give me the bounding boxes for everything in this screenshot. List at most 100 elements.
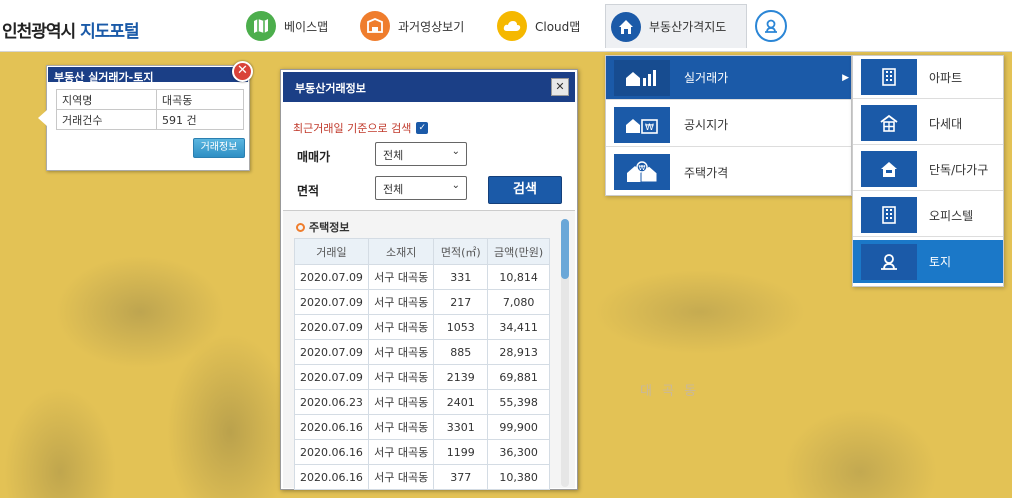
map-icon (246, 11, 276, 41)
table-row[interactable]: 2020.07.09 서구 대곡동 885 28,913 (294, 339, 550, 365)
cell-area: 217 (433, 289, 489, 315)
transaction-count-value: 591 건 (156, 109, 244, 130)
popup-summary-table: 지역명 대곡동 거래건수 591 건 (56, 89, 244, 130)
menu-item-label: 주택가격 (684, 165, 729, 180)
region-value: 대곡동 (156, 89, 244, 110)
logo[interactable]: 인천광역시 지도포털 (2, 17, 140, 42)
cell-location: 서구 대곡동 (367, 364, 435, 390)
past-imagery-button[interactable]: 과거영상보기 (360, 9, 464, 43)
sub-item-land[interactable]: 토지 (853, 240, 1003, 283)
cell-location: 서구 대곡동 (367, 439, 435, 465)
table-row[interactable]: 2020.07.09 서구 대곡동 331 10,814 (294, 264, 550, 290)
sub-item-officetel[interactable]: 오피스텔 (853, 194, 1003, 237)
header: 인천광역시 지도포털 베이스맵 과거영상보기 Cloud맵 부동산가격지도 (0, 0, 1012, 52)
col-location: 소재지 (367, 238, 435, 265)
cell-location: 서구 대곡동 (367, 339, 435, 365)
cell-amount: 36,300 (487, 439, 550, 465)
cell-location: 서구 대곡동 (367, 389, 435, 415)
cell-date: 2020.07.09 (294, 314, 369, 340)
cloudmap-label: Cloud맵 (535, 19, 581, 34)
cell-area: 3301 (433, 414, 489, 440)
recent-search-option[interactable]: 최근거래일 기준으로 검색 ✓ (293, 120, 429, 136)
table-row[interactable]: 2020.07.09 서구 대곡동 1053 34,411 (294, 314, 550, 340)
cell-area: 885 (433, 339, 489, 365)
sub-item-label: 다세대 (929, 116, 963, 131)
cell-location: 서구 대곡동 (367, 289, 435, 315)
real-estate-price-map-button[interactable]: 부동산가격지도 (605, 4, 747, 48)
cell-location: 서구 대곡동 (367, 414, 435, 440)
sub-item-multiplex[interactable]: 다세대 (853, 102, 1003, 145)
cloudmap-button[interactable]: Cloud맵 (497, 9, 580, 43)
region-label: 지역명 (56, 89, 157, 110)
basemap-button[interactable]: 베이스맵 (246, 9, 328, 43)
cell-date: 2020.07.09 (294, 264, 369, 290)
house-info-title-text: 주택정보 (309, 221, 350, 234)
svg-text:₩: ₩ (639, 164, 646, 172)
cell-area: 377 (433, 464, 489, 490)
house-info-title: 주택정보 (296, 219, 349, 235)
cell-area: 1053 (433, 314, 489, 340)
panel-title: 부동산거래정보 (283, 72, 575, 102)
aerial-icon (360, 11, 390, 41)
detached-house-icon (861, 151, 917, 187)
recent-checkbox-label: 최근거래일 기준으로 검색 (293, 122, 412, 135)
panel-close-button[interactable]: ✕ (551, 78, 569, 96)
table-row[interactable]: 2020.06.16 서구 대곡동 377 10,380 (294, 464, 550, 490)
property-type-menu: 아파트 다세대 단독/다가구 오피스텔 토지 (852, 55, 1004, 287)
cell-date: 2020.07.09 (294, 289, 369, 315)
menu-item-house-price[interactable]: ₩ 주택가격 (606, 150, 851, 194)
table-row[interactable]: 2020.06.23 서구 대곡동 2401 55,398 (294, 389, 550, 415)
logo-city: 인천광역시 (2, 22, 76, 42)
apartment-icon (861, 59, 917, 95)
scrollbar-thumb[interactable] (561, 219, 569, 279)
sale-price-value: 전체 (383, 149, 404, 162)
menu-item-actual-transaction[interactable]: 실거래가 ▶ (606, 56, 851, 100)
scrollbar[interactable] (561, 219, 569, 487)
cell-area: 2401 (433, 389, 489, 415)
sub-item-apartment[interactable]: 아파트 (853, 56, 1003, 99)
menu-item-label: 실거래가 (684, 71, 729, 85)
past-imagery-label: 과거영상보기 (398, 19, 465, 34)
cell-date: 2020.06.16 (294, 414, 369, 440)
cell-amount: 28,913 (487, 339, 550, 365)
transaction-count-label: 거래건수 (56, 109, 157, 130)
transaction-info-button[interactable]: 거래정보 (193, 138, 245, 158)
menu-item-official-land-price[interactable]: ₩ 공시지가 (606, 103, 851, 147)
cell-amount: 34,411 (487, 314, 550, 340)
recent-checkbox[interactable]: ✓ (416, 122, 429, 134)
house-info-section: 주택정보 거래일 소재지 면적(㎡) 금액(만원) 2020.07.09 서구 대… (283, 210, 575, 490)
sub-item-detached-house[interactable]: 단독/다가구 (853, 148, 1003, 191)
location-pin-icon (755, 10, 787, 42)
area-value: 전체 (383, 183, 404, 196)
location-button[interactable] (755, 9, 787, 43)
chevron-down-icon: ⌄ (451, 146, 460, 157)
sale-price-label: 매매가 (297, 150, 331, 164)
table-row[interactable]: 2020.07.09 서구 대곡동 2139 69,881 (294, 364, 550, 390)
sub-item-label: 단독/다가구 (929, 162, 989, 177)
sale-price-select[interactable]: 전체 ⌄ (375, 142, 467, 166)
table-row: 지역명 대곡동 (56, 89, 244, 110)
svg-text:₩: ₩ (645, 123, 654, 133)
cell-date: 2020.07.09 (294, 339, 369, 365)
table-row: 거래건수 591 건 (56, 109, 244, 130)
table-row[interactable]: 2020.06.16 서구 대곡동 1199 36,300 (294, 439, 550, 465)
cell-amount: 10,380 (487, 464, 550, 490)
table-row[interactable]: 2020.07.09 서구 대곡동 217 7,080 (294, 289, 550, 315)
table-row[interactable]: 2020.06.16 서구 대곡동 3301 99,900 (294, 414, 550, 440)
search-button[interactable]: 검색 (488, 176, 562, 204)
col-amount: 금액(만원) (487, 238, 550, 265)
map-area-label: 대 곡 동 (640, 384, 700, 399)
real-estate-price-map-label: 부동산가격지도 (649, 20, 727, 34)
close-icon[interactable]: ✕ (232, 61, 253, 82)
cell-date: 2020.06.16 (294, 439, 369, 465)
cell-date: 2020.06.23 (294, 389, 369, 415)
area-label: 면적 (297, 184, 320, 198)
cell-amount: 7,080 (487, 289, 550, 315)
cloud-icon (497, 11, 527, 41)
cell-amount: 10,814 (487, 264, 550, 290)
cell-amount: 99,900 (487, 414, 550, 440)
land-transaction-popup: 부동산 실거래가-토지 ✕ 지역명 대곡동 거래건수 591 건 거래정보 (38, 61, 253, 171)
officetel-icon (861, 197, 917, 233)
house-won-icon: ₩ (614, 106, 670, 143)
area-select[interactable]: 전체 ⌄ (375, 176, 467, 200)
